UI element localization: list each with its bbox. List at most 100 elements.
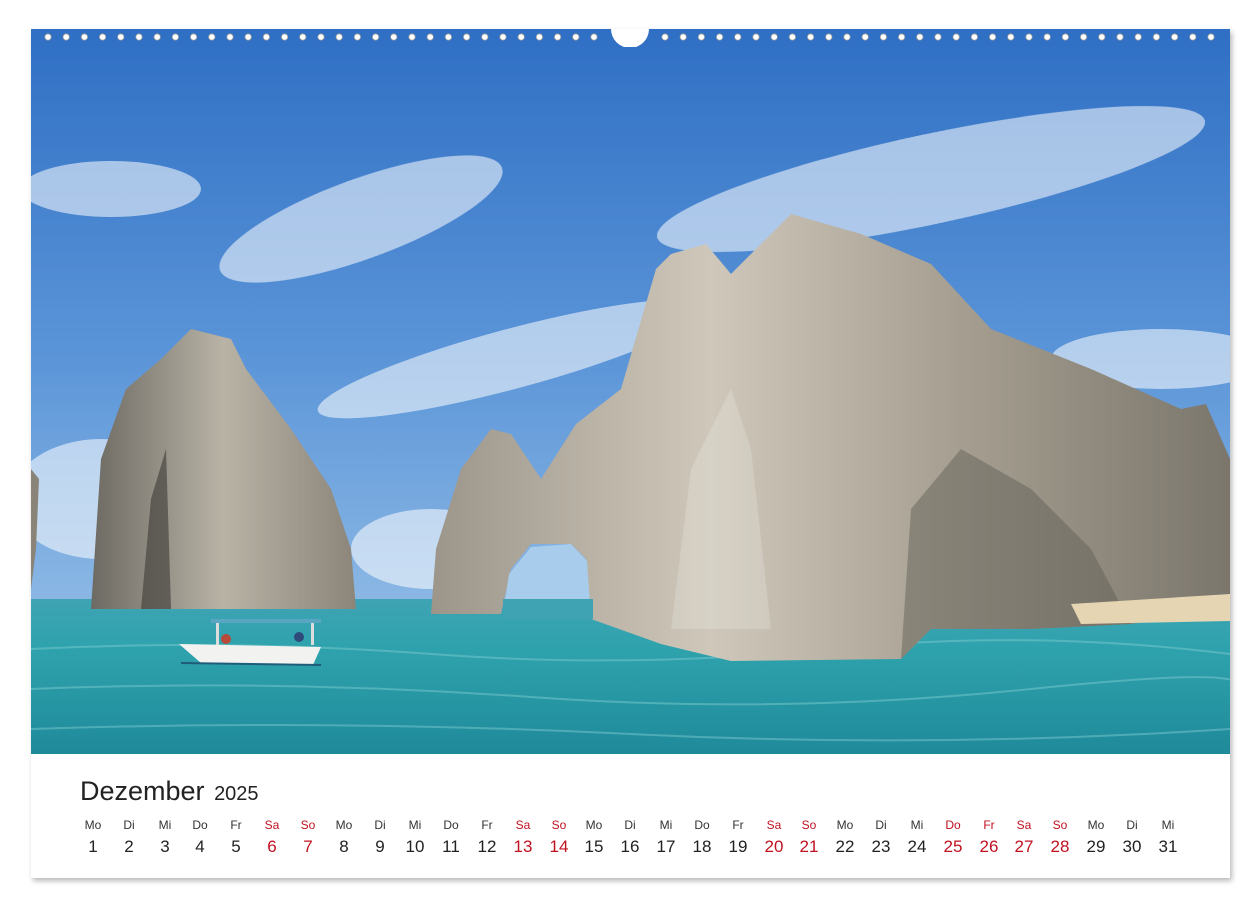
day-cell: Do 25	[935, 816, 971, 860]
weekday-label: Di	[875, 818, 887, 832]
landscape-photo	[31, 29, 1230, 754]
day-number: 16	[620, 837, 640, 856]
year-label: 2025	[214, 783, 259, 805]
day-number: 23	[871, 837, 891, 856]
weekday-label: So	[1052, 818, 1068, 832]
weekday-label: Sa	[1016, 818, 1032, 832]
weekday-label: Mi	[1161, 818, 1175, 832]
weekday-label: Mo	[585, 818, 603, 832]
day-cell: Do 18	[684, 816, 720, 860]
day-cell: Mi 24	[899, 816, 935, 860]
day-cell: Mi 3	[147, 816, 183, 860]
weekday-label: Di	[374, 818, 386, 832]
day-cell: Mi 10	[397, 816, 433, 860]
weekday-label: Mi	[408, 818, 422, 832]
day-cell: Sa 27	[1006, 816, 1042, 860]
day-number: 29	[1086, 837, 1106, 856]
day-number: 27	[1014, 837, 1034, 856]
day-cell: Sa 6	[254, 816, 290, 860]
weekday-label: Di	[1126, 818, 1138, 832]
day-number: 8	[339, 837, 349, 856]
weekday-label: Mo	[84, 818, 102, 832]
day-number: 11	[442, 837, 460, 856]
day-number: 30	[1122, 837, 1142, 856]
weekday-label: Mi	[659, 818, 673, 832]
day-cell: Di 2	[111, 816, 147, 860]
day-cell: Fr 19	[720, 816, 756, 860]
day-number: 5	[231, 837, 241, 856]
weekday-label: Do	[694, 818, 710, 832]
day-number: 1	[88, 837, 98, 856]
day-cell: Mi 31	[1150, 816, 1186, 860]
month-name: Dezember	[80, 776, 205, 806]
calendar-page: Dezember 2025 Mo 1 Di 2 Mi 3 Do 4 Fr 5 Sa 6 So 7 Mo 8 Di…	[31, 29, 1230, 878]
weekday-label: Do	[945, 818, 961, 832]
weekday-label: So	[551, 818, 567, 832]
day-cell: Do 4	[182, 816, 218, 860]
weekday-label: Do	[192, 818, 208, 832]
day-cell: So 7	[290, 816, 326, 860]
weekday-label: Di	[624, 818, 636, 832]
day-cell: Di 23	[863, 816, 899, 860]
day-cell: Sa 13	[505, 816, 541, 860]
day-number: 7	[303, 837, 313, 856]
weekday-label: Mi	[910, 818, 924, 832]
weekday-label: Mo	[335, 818, 353, 832]
day-number: 24	[907, 837, 927, 856]
day-number: 15	[584, 837, 604, 856]
day-number: 31	[1158, 837, 1178, 856]
weekday-label: Di	[123, 818, 135, 832]
day-number: 18	[692, 837, 712, 856]
day-cell: Mo 29	[1078, 816, 1114, 860]
weekday-label: Mo	[1087, 818, 1105, 832]
day-cell: So 28	[1042, 816, 1078, 860]
day-number: 25	[943, 837, 963, 856]
weekday-label: So	[801, 818, 817, 832]
weekday-label: Sa	[766, 818, 782, 832]
weekday-label: Fr	[983, 818, 995, 832]
day-number: 12	[477, 837, 497, 856]
day-number: 28	[1050, 837, 1070, 856]
weekday-label: Sa	[515, 818, 531, 832]
day-cell: Mo 22	[827, 816, 863, 860]
weekday-label: Do	[443, 818, 459, 832]
day-cell: Mo 8	[326, 816, 362, 860]
day-number: 9	[375, 837, 385, 856]
weekday-label: Fr	[230, 818, 242, 832]
day-cell: Mi 17	[648, 816, 684, 860]
weekday-label: Mo	[836, 818, 854, 832]
day-cell: So 14	[541, 816, 577, 860]
month-title: Dezember 2025	[80, 776, 259, 807]
day-cell: Fr 5	[218, 816, 254, 860]
day-number: 2	[124, 837, 134, 856]
day-cell: Mo 1	[75, 816, 111, 860]
weekday-label: Mi	[158, 818, 172, 832]
day-strip: Mo 1 Di 2 Mi 3 Do 4 Fr 5 Sa 6 So 7 Mo 8 Di 9 Mi 10 Do 11 Fr 12 S…	[75, 816, 1193, 864]
day-number: 20	[764, 837, 784, 856]
day-cell: Mo 15	[576, 816, 612, 860]
day-cell: Do 11	[433, 816, 469, 860]
day-cell: Di 9	[362, 816, 398, 860]
day-cell: Di 30	[1114, 816, 1150, 860]
weekday-label: Fr	[732, 818, 744, 832]
day-number: 26	[979, 837, 999, 856]
day-number: 14	[549, 837, 569, 856]
weekday-label: So	[300, 818, 316, 832]
day-number: 13	[513, 837, 533, 856]
day-cell: Fr 12	[469, 816, 505, 860]
day-number: 17	[656, 837, 676, 856]
day-cell: So 21	[791, 816, 827, 860]
day-number: 4	[195, 837, 205, 856]
day-cell: Sa 20	[756, 816, 792, 860]
day-number: 6	[267, 837, 277, 856]
weekday-label: Sa	[264, 818, 280, 832]
weekday-label: Fr	[481, 818, 493, 832]
calendar-footer: Dezember 2025 Mo 1 Di 2 Mi 3 Do 4 Fr 5 Sa 6 So 7 Mo 8 Di…	[31, 754, 1230, 878]
day-number: 19	[728, 837, 748, 856]
day-number: 3	[160, 837, 170, 856]
day-cell: Fr 26	[971, 816, 1007, 860]
day-number: 10	[405, 837, 425, 856]
day-number: 22	[835, 837, 855, 856]
day-cell: Di 16	[612, 816, 648, 860]
rock-arch-seascape-image	[31, 29, 1230, 754]
